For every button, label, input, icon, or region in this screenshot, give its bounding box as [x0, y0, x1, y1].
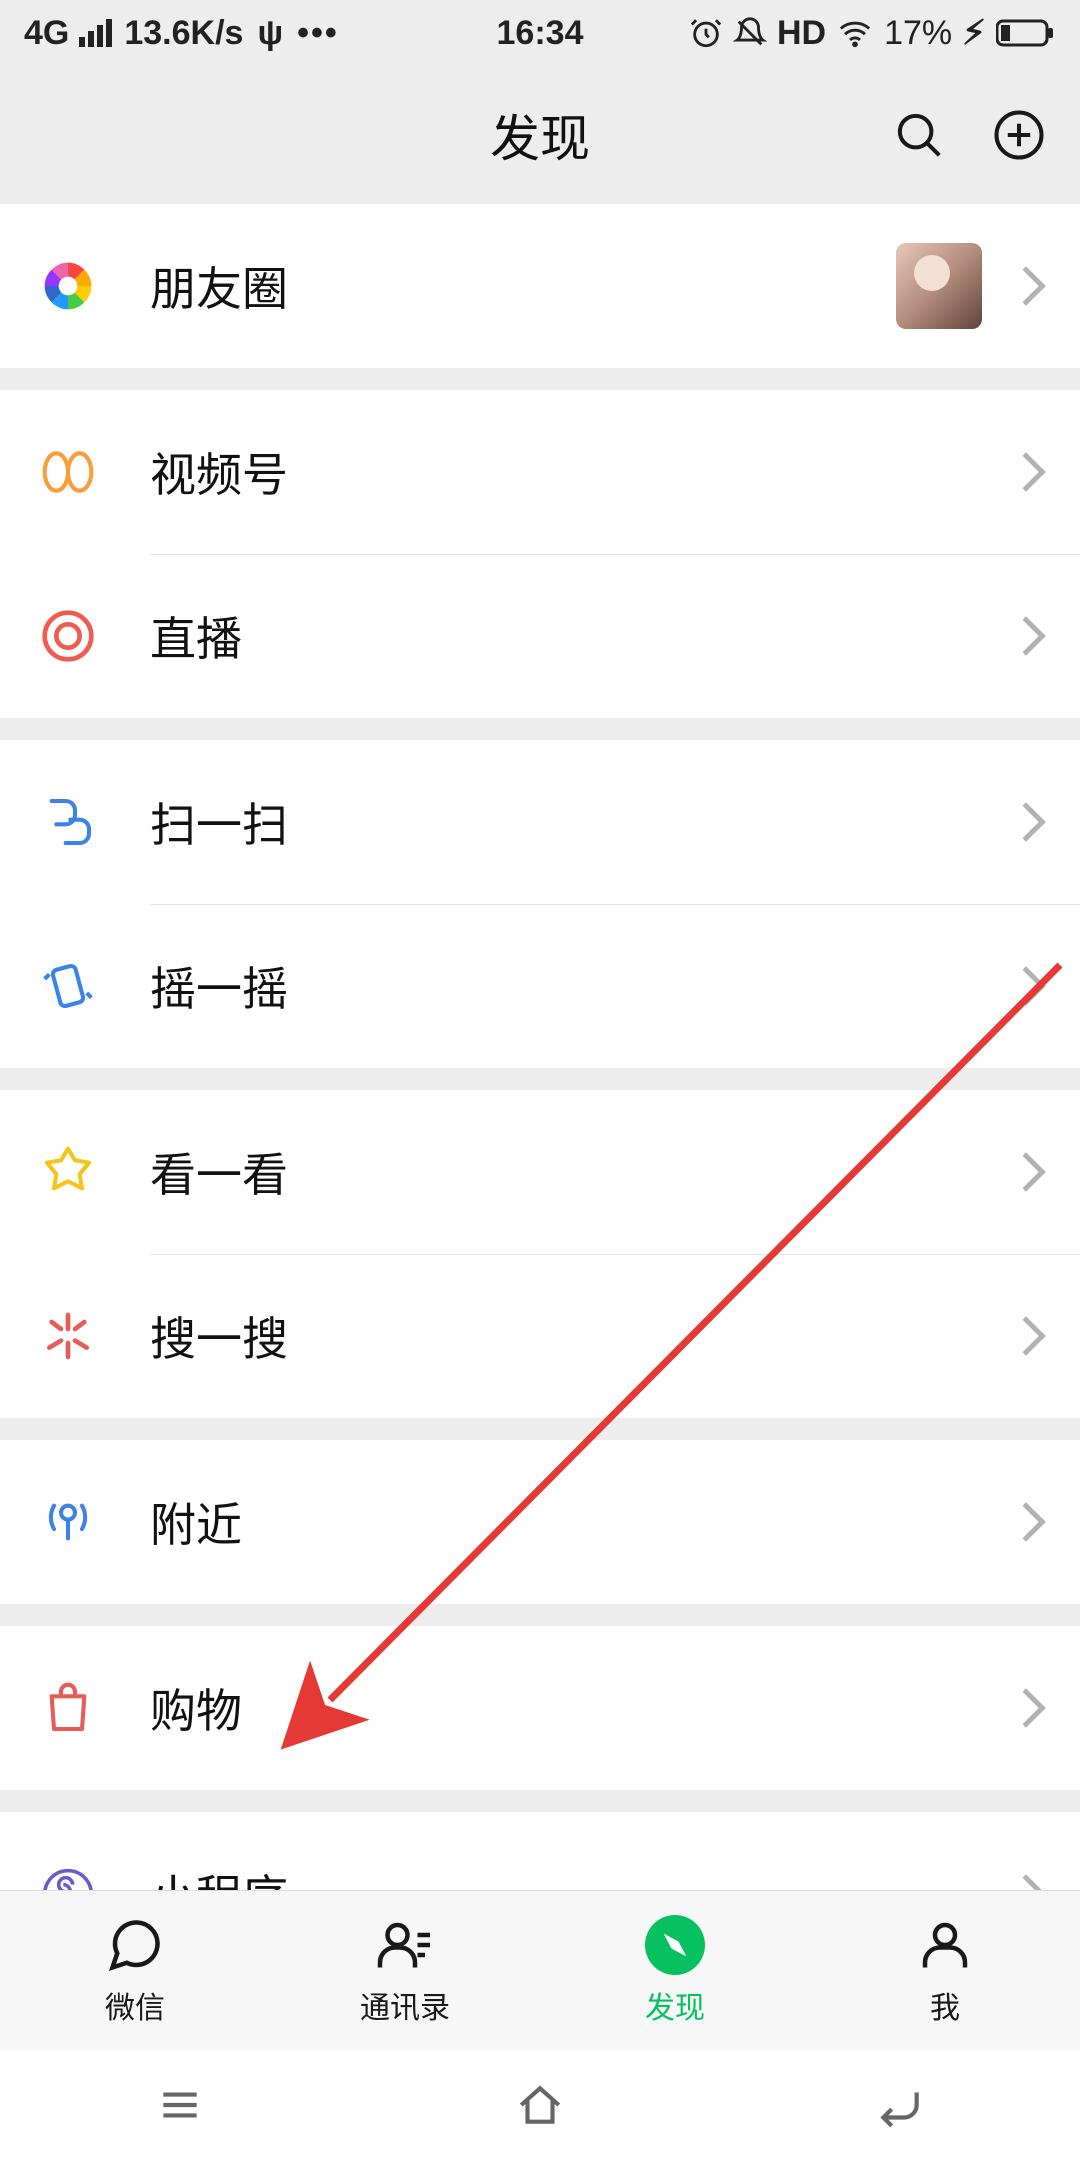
chevron-right-icon	[1006, 616, 1046, 656]
chevron-right-icon	[1006, 966, 1046, 1006]
moments-label: 朋友圈	[150, 253, 896, 319]
status-bar: 4G 13.6K/s ψ ••• 16:34 HD 17% ⚡︎	[0, 0, 1080, 66]
hd-label: HD	[777, 14, 826, 53]
channels-label: 视频号	[150, 439, 1012, 505]
cell-search[interactable]: 搜一搜	[0, 1254, 1080, 1418]
channels-icon	[40, 444, 96, 500]
alarm-icon	[689, 16, 723, 50]
section-video: 视频号 直播	[0, 390, 1080, 718]
nearby-label: 附近	[150, 1489, 1012, 1555]
page-title: 发现	[490, 99, 590, 171]
nearby-icon	[40, 1494, 96, 1550]
compass-icon	[645, 1915, 705, 1975]
search-discover-icon	[40, 1308, 96, 1364]
section-scan: 扫一扫 摇一摇	[0, 740, 1080, 1068]
section-read: 看一看 搜一搜	[0, 1090, 1080, 1418]
shake-icon	[40, 958, 96, 1014]
moments-icon	[40, 258, 96, 314]
section-nearby: 附近	[0, 1440, 1080, 1604]
chevron-right-icon	[1006, 1688, 1046, 1728]
network-label: 4G	[24, 14, 69, 53]
cell-live[interactable]: 直播	[0, 554, 1080, 718]
cell-topstories[interactable]: 看一看	[0, 1090, 1080, 1254]
status-left: 4G 13.6K/s ψ •••	[24, 14, 339, 53]
chevron-right-icon	[1006, 266, 1046, 306]
tab-chat[interactable]: 微信	[0, 1891, 270, 2050]
nav-menu-button[interactable]	[145, 2080, 215, 2130]
mute-icon	[733, 16, 767, 50]
topstories-label: 看一看	[150, 1139, 1012, 1205]
me-icon	[915, 1915, 975, 1975]
nav-home-button[interactable]	[505, 2080, 575, 2130]
cell-scan[interactable]: 扫一扫	[0, 740, 1080, 904]
usb-icon: ψ	[257, 14, 283, 53]
more-dots-icon: •••	[297, 14, 339, 53]
cell-shake[interactable]: 摇一摇	[0, 904, 1080, 1068]
shake-label: 摇一摇	[150, 953, 1012, 1019]
live-icon	[40, 608, 96, 664]
moments-avatar	[896, 243, 982, 329]
tab-me[interactable]: 我	[810, 1891, 1080, 2050]
contacts-icon	[375, 1915, 435, 1975]
header-bar: 发现	[0, 66, 1080, 204]
tab-contacts-label: 通讯录	[360, 1983, 450, 2027]
shopping-icon	[40, 1680, 96, 1736]
tab-discover[interactable]: 发现	[540, 1891, 810, 2050]
android-nav-bar	[0, 2050, 1080, 2160]
chevron-right-icon	[1006, 452, 1046, 492]
section-moments: 朋友圈	[0, 204, 1080, 368]
speed-label: 13.6K/s	[124, 14, 243, 53]
chat-icon	[105, 1915, 165, 1975]
plus-icon[interactable]	[992, 108, 1046, 162]
battery-icon	[996, 18, 1056, 48]
tab-contacts[interactable]: 通讯录	[270, 1891, 540, 2050]
shopping-label: 购物	[150, 1675, 1012, 1741]
scan-label: 扫一扫	[150, 789, 1012, 855]
topstories-icon	[40, 1144, 96, 1200]
nav-back-button[interactable]	[865, 2080, 935, 2130]
cell-channels[interactable]: 视频号	[0, 390, 1080, 554]
signal-icon	[79, 19, 112, 47]
chevron-right-icon	[1006, 1502, 1046, 1542]
cell-nearby[interactable]: 附近	[0, 1440, 1080, 1604]
tab-me-label: 我	[930, 1983, 960, 2027]
cell-shopping[interactable]: 购物	[0, 1626, 1080, 1790]
scan-icon	[40, 794, 96, 850]
wifi-icon	[836, 16, 874, 50]
chevron-right-icon	[1006, 1152, 1046, 1192]
charging-icon: ⚡︎	[962, 13, 986, 53]
cell-moments[interactable]: 朋友圈	[0, 204, 1080, 368]
battery-pct: 17%	[884, 14, 952, 53]
status-right: HD 17% ⚡︎	[689, 13, 1056, 53]
tab-discover-label: 发现	[645, 1983, 705, 2027]
tab-bar: 微信 通讯录 发现 我	[0, 1890, 1080, 2050]
clock-label: 16:34	[497, 14, 584, 53]
section-shopping: 购物	[0, 1626, 1080, 1790]
search-discover-label: 搜一搜	[150, 1303, 1012, 1369]
live-label: 直播	[150, 603, 1012, 669]
tab-chat-label: 微信	[105, 1983, 165, 2027]
chevron-right-icon	[1006, 1316, 1046, 1356]
search-icon[interactable]	[892, 108, 946, 162]
chevron-right-icon	[1006, 802, 1046, 842]
